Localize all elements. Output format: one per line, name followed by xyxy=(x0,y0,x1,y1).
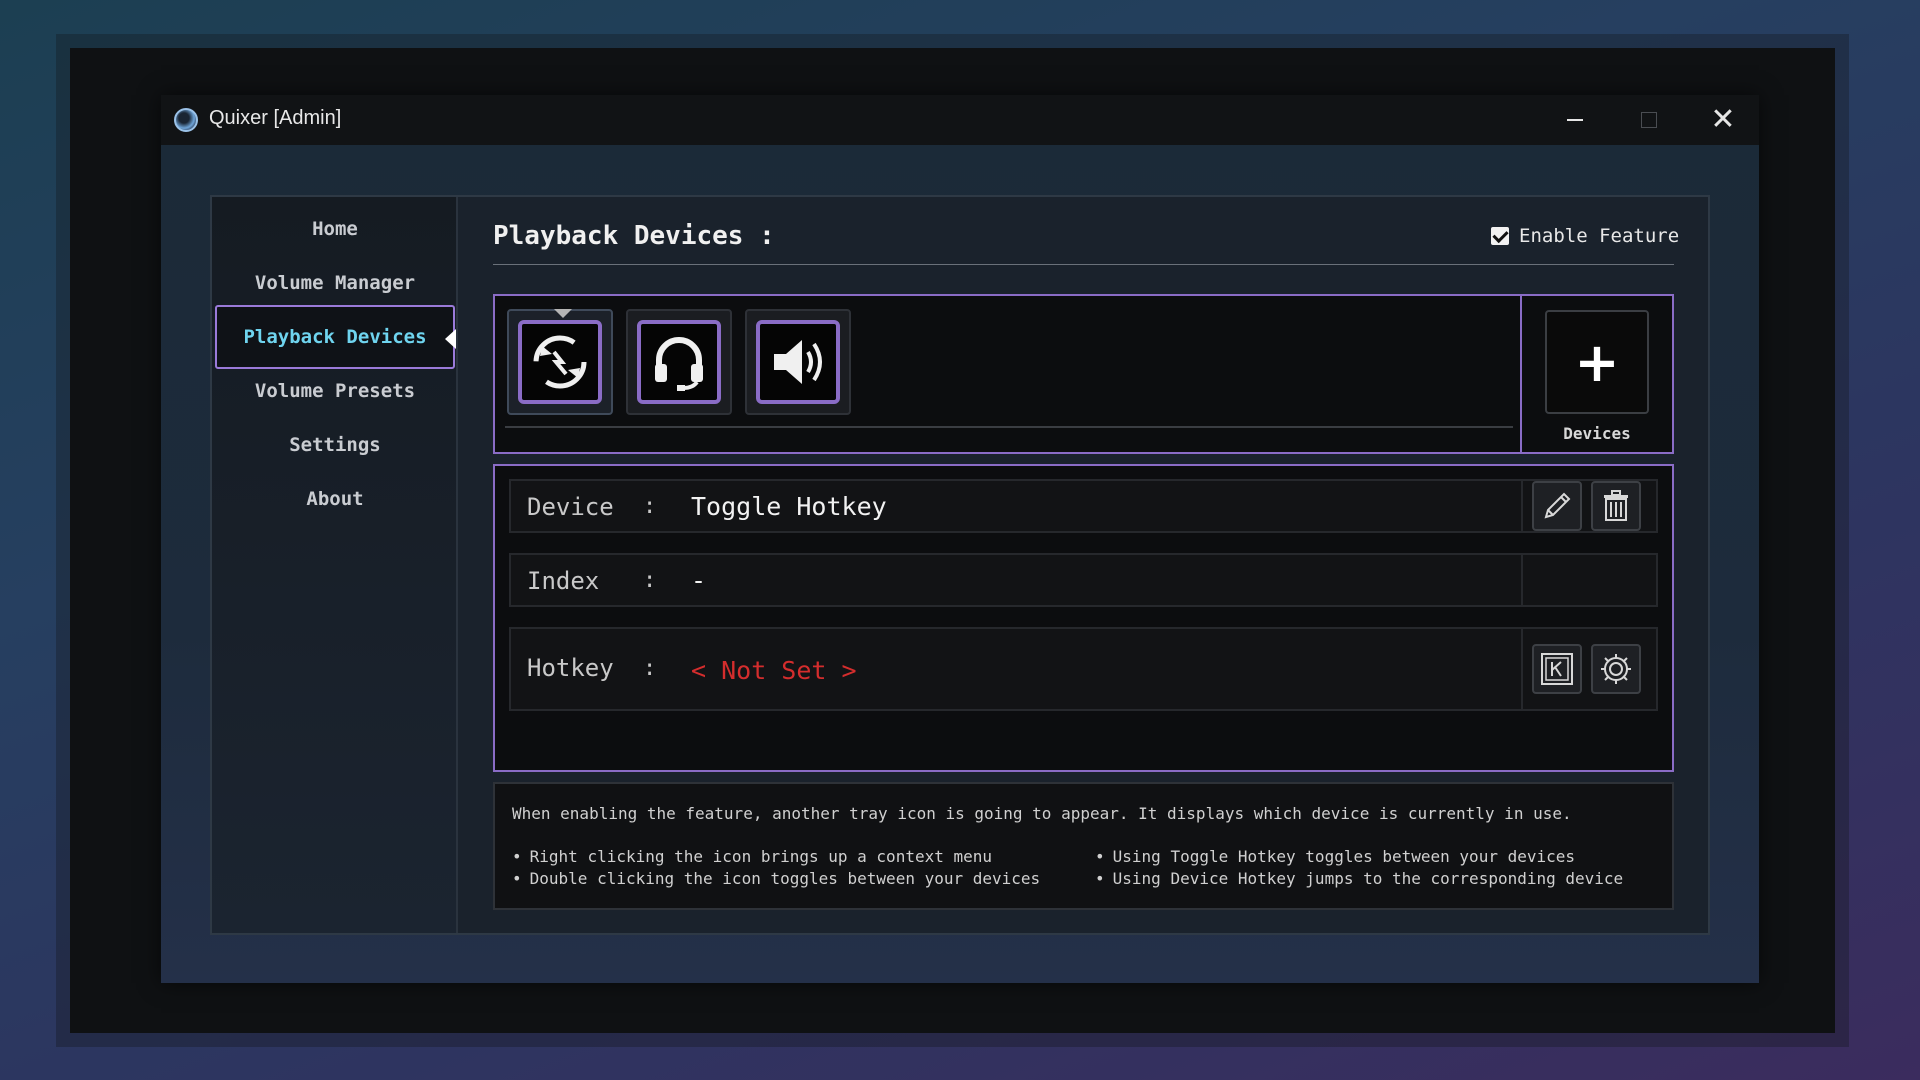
delete-device-button[interactable] xyxy=(1591,481,1641,531)
row-divider xyxy=(1521,629,1523,709)
hotkey-label: Hotkey xyxy=(527,654,614,682)
toggle-cycle-icon xyxy=(528,330,592,394)
sidebar-item-label: Volume Presets xyxy=(255,380,415,402)
hotkey-separator: : xyxy=(643,656,656,681)
index-row: Index : - xyxy=(509,553,1658,607)
devices-panel: + Devices xyxy=(493,294,1674,454)
content-frame: Home Volume Manager Playback Devices Vol… xyxy=(210,195,1710,935)
index-label: Index xyxy=(527,567,599,595)
sidebar-item-about[interactable]: About xyxy=(215,467,455,531)
sidebar-item-label: About xyxy=(306,488,363,510)
index-value: - xyxy=(691,566,706,595)
add-device-area: + Devices xyxy=(1520,296,1672,452)
close-button[interactable]: ✕ xyxy=(1686,95,1760,145)
devices-divider xyxy=(505,426,1513,428)
minimize-button[interactable] xyxy=(1538,95,1612,145)
pencil-icon xyxy=(1540,489,1574,523)
title-bar[interactable]: Quixer [Admin] ✕ xyxy=(161,95,1759,145)
help-list-left: Right clicking the icon brings up a cont… xyxy=(512,846,1040,890)
plus-icon: + xyxy=(1574,331,1619,394)
device-details-panel: Device : Toggle Hotkey xyxy=(493,464,1674,772)
device-separator: : xyxy=(643,494,656,519)
list-item: Using Toggle Hotkey toggles between your… xyxy=(1095,846,1623,868)
sidebar-item-label: Home xyxy=(312,218,358,240)
enable-feature-toggle[interactable]: Enable Feature xyxy=(1491,225,1679,247)
sidebar-item-label: Volume Manager xyxy=(255,272,415,294)
row-divider xyxy=(1521,481,1523,531)
hotkey-settings-button[interactable] xyxy=(1591,644,1641,694)
app-logo-icon xyxy=(174,108,198,132)
maximize-icon xyxy=(1641,112,1657,128)
headset-icon xyxy=(647,330,711,394)
device-tile-speaker[interactable] xyxy=(745,309,851,415)
help-description: When enabling the feature, another tray … xyxy=(512,804,1572,823)
title-divider xyxy=(493,264,1674,265)
row-divider xyxy=(1521,555,1523,605)
device-label: Device xyxy=(527,493,614,521)
sidebar: Home Volume Manager Playback Devices Vol… xyxy=(212,197,458,933)
gear-icon xyxy=(1598,651,1634,687)
device-row: Device : Toggle Hotkey xyxy=(509,479,1658,533)
edit-device-button[interactable] xyxy=(1532,481,1582,531)
hotkey-value[interactable]: < Not Set > xyxy=(691,656,857,685)
list-item: Double clicking the icon toggles between… xyxy=(512,868,1040,890)
main-panel: Playback Devices : Enable Feature xyxy=(458,197,1710,933)
enable-feature-checkbox[interactable] xyxy=(1491,227,1509,245)
trash-icon xyxy=(1599,489,1633,523)
help-panel: When enabling the feature, another tray … xyxy=(493,782,1674,910)
index-separator: : xyxy=(643,568,656,593)
add-device-label: Devices xyxy=(1522,424,1672,443)
sidebar-item-label: Playback Devices xyxy=(243,326,426,348)
speaker-icon xyxy=(766,330,830,394)
app-window: Quixer [Admin] ✕ Home Volume Manager Pla… xyxy=(161,95,1759,983)
window-title: Quixer [Admin] xyxy=(209,107,341,130)
device-tile-headset[interactable] xyxy=(626,309,732,415)
list-item: Using Device Hotkey jumps to the corresp… xyxy=(1095,868,1623,890)
close-icon: ✕ xyxy=(1710,105,1735,135)
enable-feature-label: Enable Feature xyxy=(1519,225,1679,247)
help-list-right: Using Toggle Hotkey toggles between your… xyxy=(1095,846,1623,890)
minimize-icon xyxy=(1567,119,1583,121)
page-title: Playback Devices : xyxy=(493,221,775,251)
list-item: Right clicking the icon brings up a cont… xyxy=(512,846,1040,868)
selected-indicator-icon xyxy=(554,309,572,318)
device-value: Toggle Hotkey xyxy=(691,492,887,521)
sidebar-item-label: Settings xyxy=(289,434,381,456)
active-indicator-icon xyxy=(445,329,456,349)
set-hotkey-button[interactable] xyxy=(1532,644,1582,694)
add-device-button[interactable]: + xyxy=(1545,310,1649,414)
device-tile-toggle[interactable] xyxy=(507,309,613,415)
maximize-button[interactable] xyxy=(1612,95,1686,145)
keyboard-key-icon xyxy=(1539,651,1575,687)
hotkey-row: Hotkey : < Not Set > xyxy=(509,627,1658,711)
